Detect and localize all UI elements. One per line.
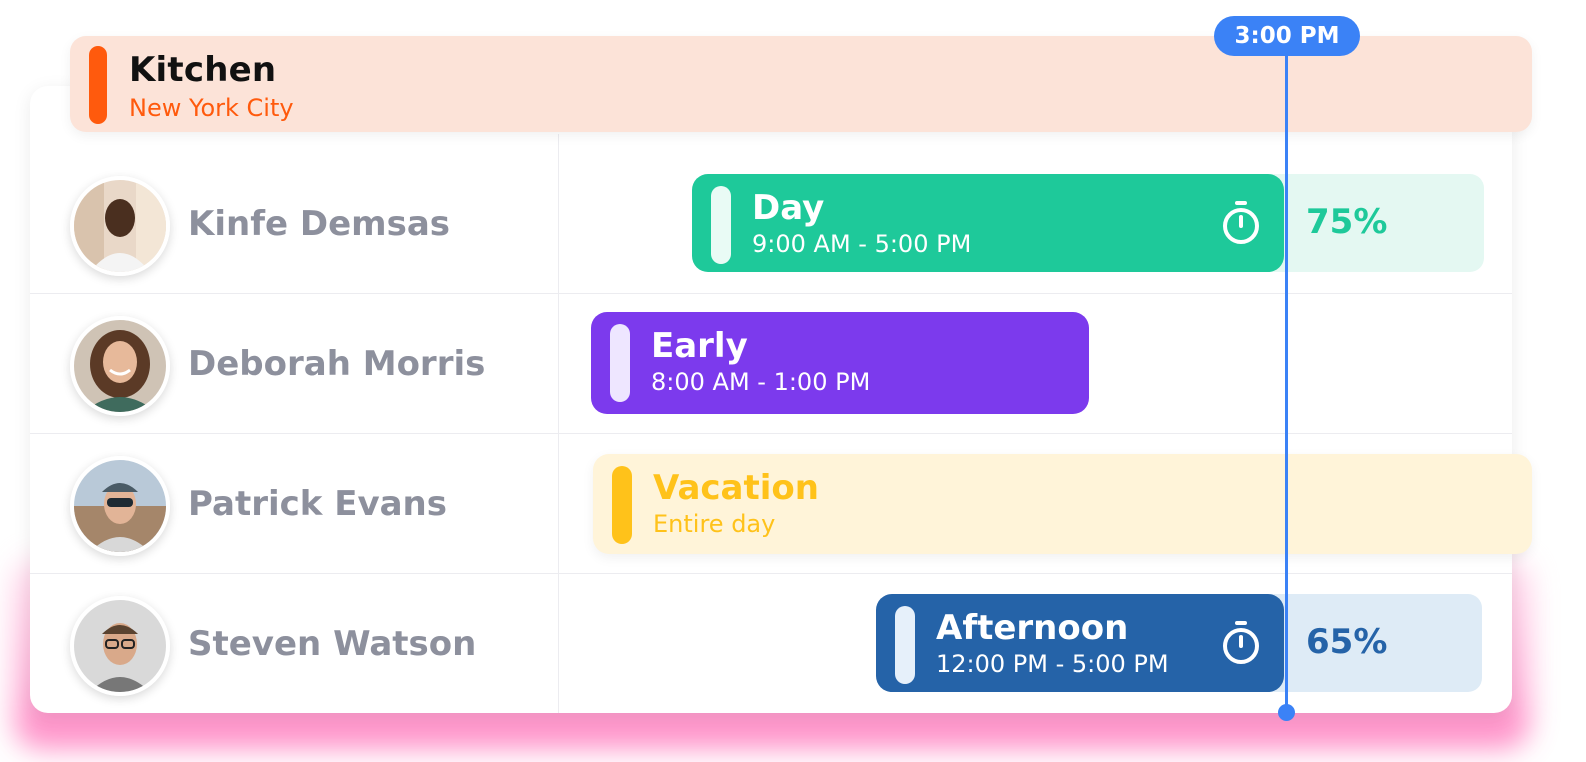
shift-progress-value: 65% [1306, 622, 1388, 662]
shift-block[interactable]: Afternoon 12:00 PM - 5:00 PM [876, 594, 1284, 692]
shift-name: Vacation [653, 468, 819, 508]
shift-color-bar [895, 606, 915, 684]
shift-time: Entire day [653, 510, 776, 538]
row-divider [30, 433, 1512, 434]
current-time-handle[interactable] [1278, 704, 1295, 721]
location-color-bar [89, 46, 107, 124]
shift-name: Early [651, 326, 748, 366]
avatar [70, 316, 170, 416]
employee-name: Kinfe Demsas [188, 204, 451, 244]
location-name: Kitchen [129, 50, 277, 90]
avatar [70, 176, 170, 276]
employee-name: Deborah Morris [188, 344, 486, 384]
shift-name: Day [752, 188, 825, 228]
shift-color-bar [612, 466, 632, 544]
current-time-badge[interactable]: 3:00 PM [1214, 16, 1360, 56]
shift-progress: 65% [1266, 594, 1482, 692]
row-divider [30, 573, 1512, 574]
avatar [70, 456, 170, 556]
shift-time: 12:00 PM - 5:00 PM [936, 650, 1169, 678]
current-time-line[interactable] [1285, 50, 1288, 714]
shift-block[interactable]: Vacation Entire day [593, 454, 1532, 554]
shift-time: 9:00 AM - 5:00 PM [752, 230, 972, 258]
shift-name: Afternoon [936, 608, 1129, 648]
shift-color-bar [711, 186, 731, 264]
stopwatch-icon [1223, 621, 1259, 664]
avatar [70, 596, 170, 696]
location-city: New York City [129, 94, 294, 122]
shift-block[interactable]: Day 9:00 AM - 5:00 PM [692, 174, 1284, 272]
employee-name: Steven Watson [188, 624, 477, 664]
column-divider [558, 134, 559, 713]
shift-block[interactable]: Early 8:00 AM - 1:00 PM [591, 312, 1089, 414]
employee-name: Patrick Evans [188, 484, 448, 524]
stopwatch-icon [1223, 201, 1259, 244]
shift-color-bar [610, 324, 630, 402]
shift-time: 8:00 AM - 1:00 PM [651, 368, 871, 396]
shift-progress: 75% [1266, 174, 1484, 272]
row-divider [30, 293, 1512, 294]
shift-progress-value: 75% [1306, 202, 1388, 242]
